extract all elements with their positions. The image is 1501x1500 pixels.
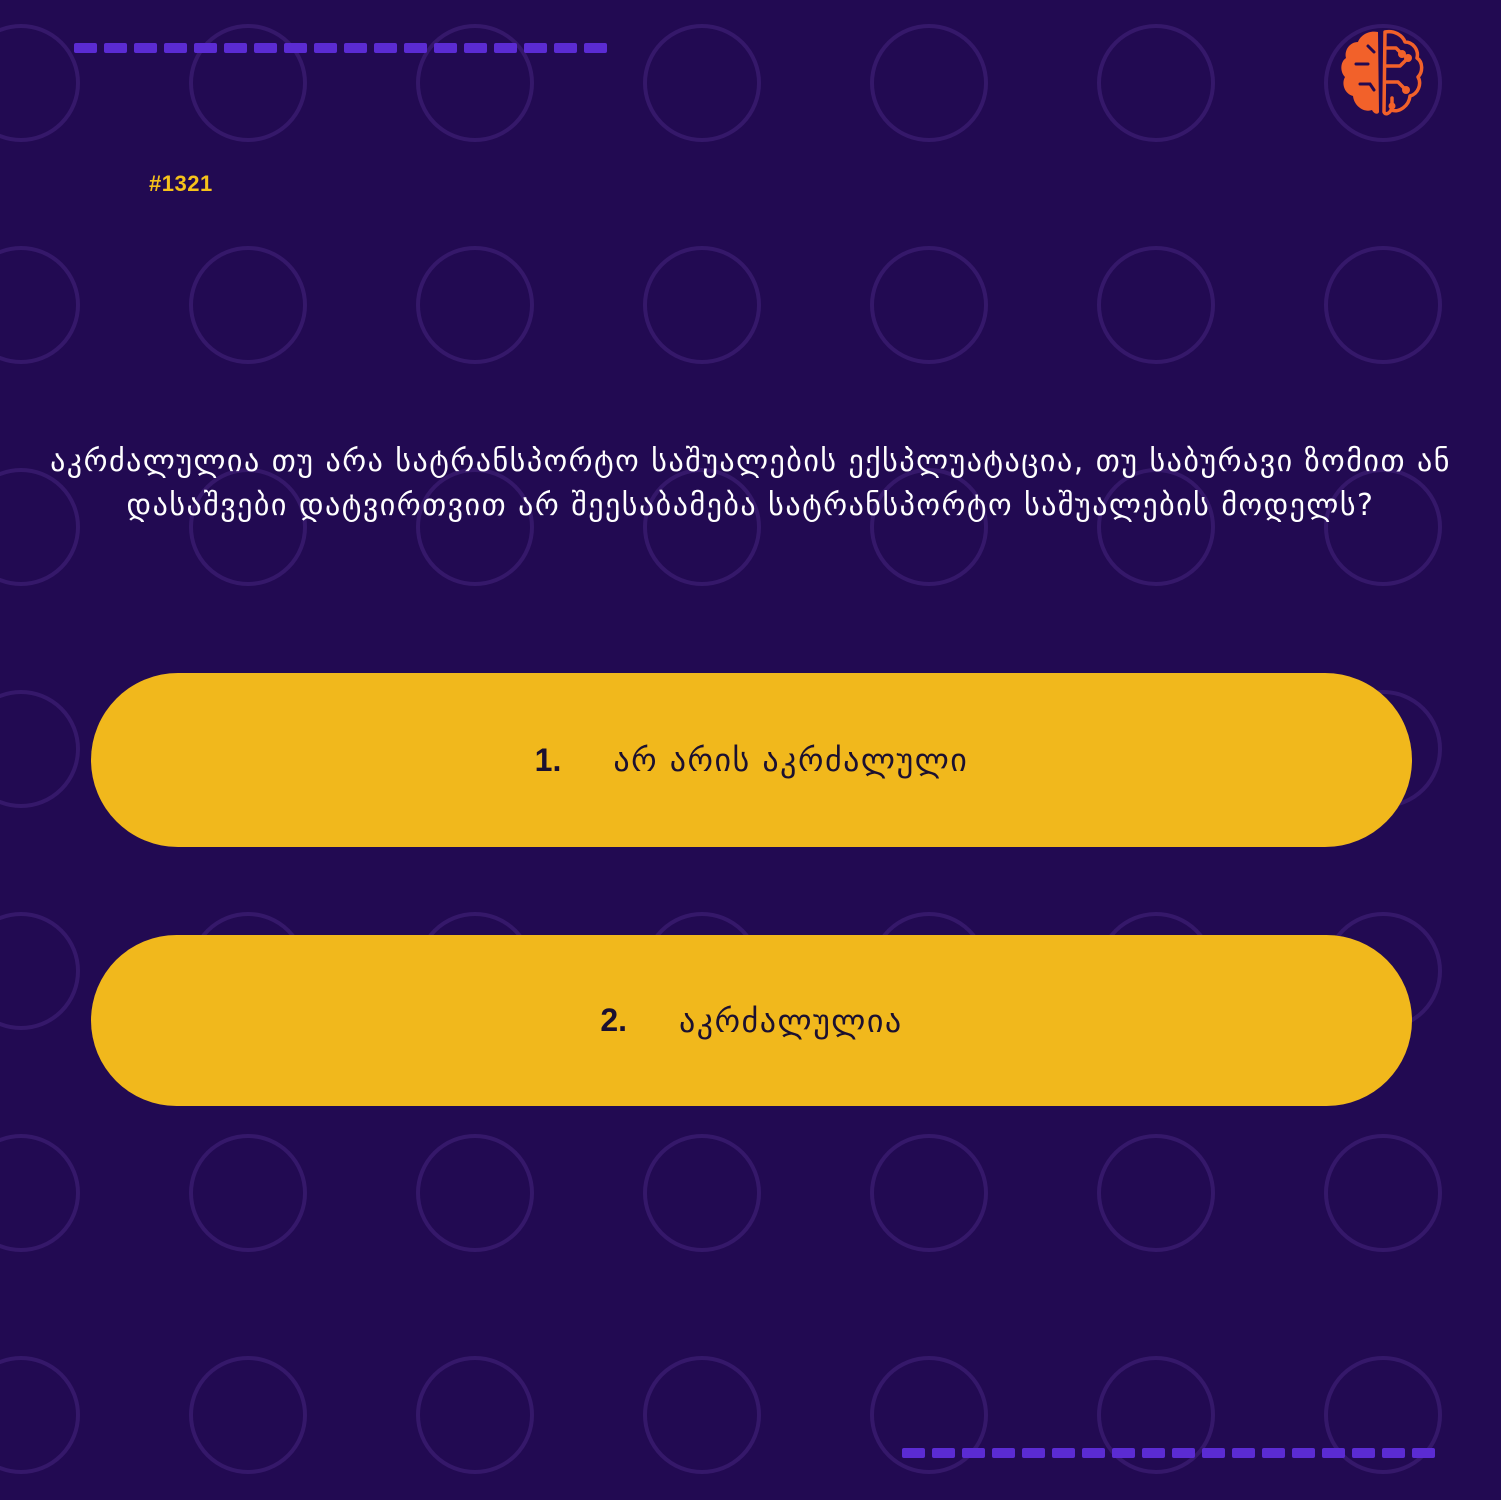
dash-segment	[344, 43, 367, 53]
dash-segment	[254, 43, 277, 53]
dash-segment	[992, 1448, 1015, 1458]
pattern-ring	[1097, 24, 1215, 142]
dash-segment	[224, 43, 247, 53]
pattern-ring	[416, 246, 534, 364]
pattern-ring	[0, 1356, 80, 1474]
pattern-ring	[189, 1356, 307, 1474]
dash-segment	[1412, 1448, 1435, 1458]
pattern-ring	[0, 24, 80, 142]
dash-segment	[1262, 1448, 1285, 1458]
pattern-ring	[416, 1134, 534, 1252]
dash-segment	[164, 43, 187, 53]
quiz-card: #1321 აკრძალულია თუ არა სატრანსპორტო საშ…	[0, 0, 1501, 1500]
dash-segment	[434, 43, 457, 53]
dash-segment	[404, 43, 427, 53]
dash-segment	[1292, 1448, 1315, 1458]
dash-segment	[1022, 1448, 1045, 1458]
dash-segment	[584, 43, 607, 53]
pattern-ring	[1097, 1134, 1215, 1252]
pattern-ring	[416, 1356, 534, 1474]
pattern-ring	[870, 1134, 988, 1252]
top-dash-decoration	[74, 43, 607, 53]
answer-option-1[interactable]: 1. არ არის აკრძალული	[91, 673, 1412, 847]
pattern-ring	[0, 912, 80, 1030]
pattern-ring	[189, 246, 307, 364]
dash-segment	[494, 43, 517, 53]
dash-segment	[1142, 1448, 1165, 1458]
dash-segment	[524, 43, 547, 53]
dash-segment	[374, 43, 397, 53]
dash-segment	[104, 43, 127, 53]
pattern-ring	[870, 24, 988, 142]
pattern-ring	[1324, 1134, 1442, 1252]
dash-segment	[554, 43, 577, 53]
answer-label: არ არის აკრძალული	[613, 741, 969, 779]
dash-segment	[134, 43, 157, 53]
dash-segment	[902, 1448, 925, 1458]
dash-segment	[1352, 1448, 1375, 1458]
pattern-ring	[189, 1134, 307, 1252]
dash-segment	[1322, 1448, 1345, 1458]
dash-segment	[1172, 1448, 1195, 1458]
pattern-ring	[643, 1356, 761, 1474]
question-text: აკრძალულია თუ არა სატრანსპორტო საშუალები…	[50, 444, 1451, 523]
bottom-dash-decoration	[902, 1448, 1435, 1458]
dash-segment	[1052, 1448, 1075, 1458]
dash-segment	[284, 43, 307, 53]
pattern-ring	[643, 24, 761, 142]
answer-number: 2.	[600, 1002, 627, 1038]
dash-segment	[74, 43, 97, 53]
pattern-ring	[0, 1134, 80, 1252]
pattern-ring	[0, 246, 80, 364]
dash-segment	[1232, 1448, 1255, 1458]
dash-segment	[1202, 1448, 1225, 1458]
dash-segment	[1112, 1448, 1135, 1458]
answer-number: 1.	[534, 741, 562, 778]
question-number: #1321	[149, 171, 213, 196]
pattern-ring	[1097, 246, 1215, 364]
answer-option-2[interactable]: 2. აკრძალულია	[91, 935, 1412, 1106]
pattern-ring	[1324, 246, 1442, 364]
dash-segment	[1082, 1448, 1105, 1458]
pattern-ring	[0, 690, 80, 808]
dash-segment	[1382, 1448, 1405, 1458]
dash-segment	[194, 43, 217, 53]
pattern-ring	[643, 1134, 761, 1252]
dash-segment	[962, 1448, 985, 1458]
answer-label: აკრძალულია	[679, 1001, 903, 1040]
brain-circuit-icon	[1338, 28, 1426, 118]
dash-segment	[464, 43, 487, 53]
dash-segment	[314, 43, 337, 53]
dash-segment	[932, 1448, 955, 1458]
pattern-ring	[870, 246, 988, 364]
pattern-ring	[643, 246, 761, 364]
